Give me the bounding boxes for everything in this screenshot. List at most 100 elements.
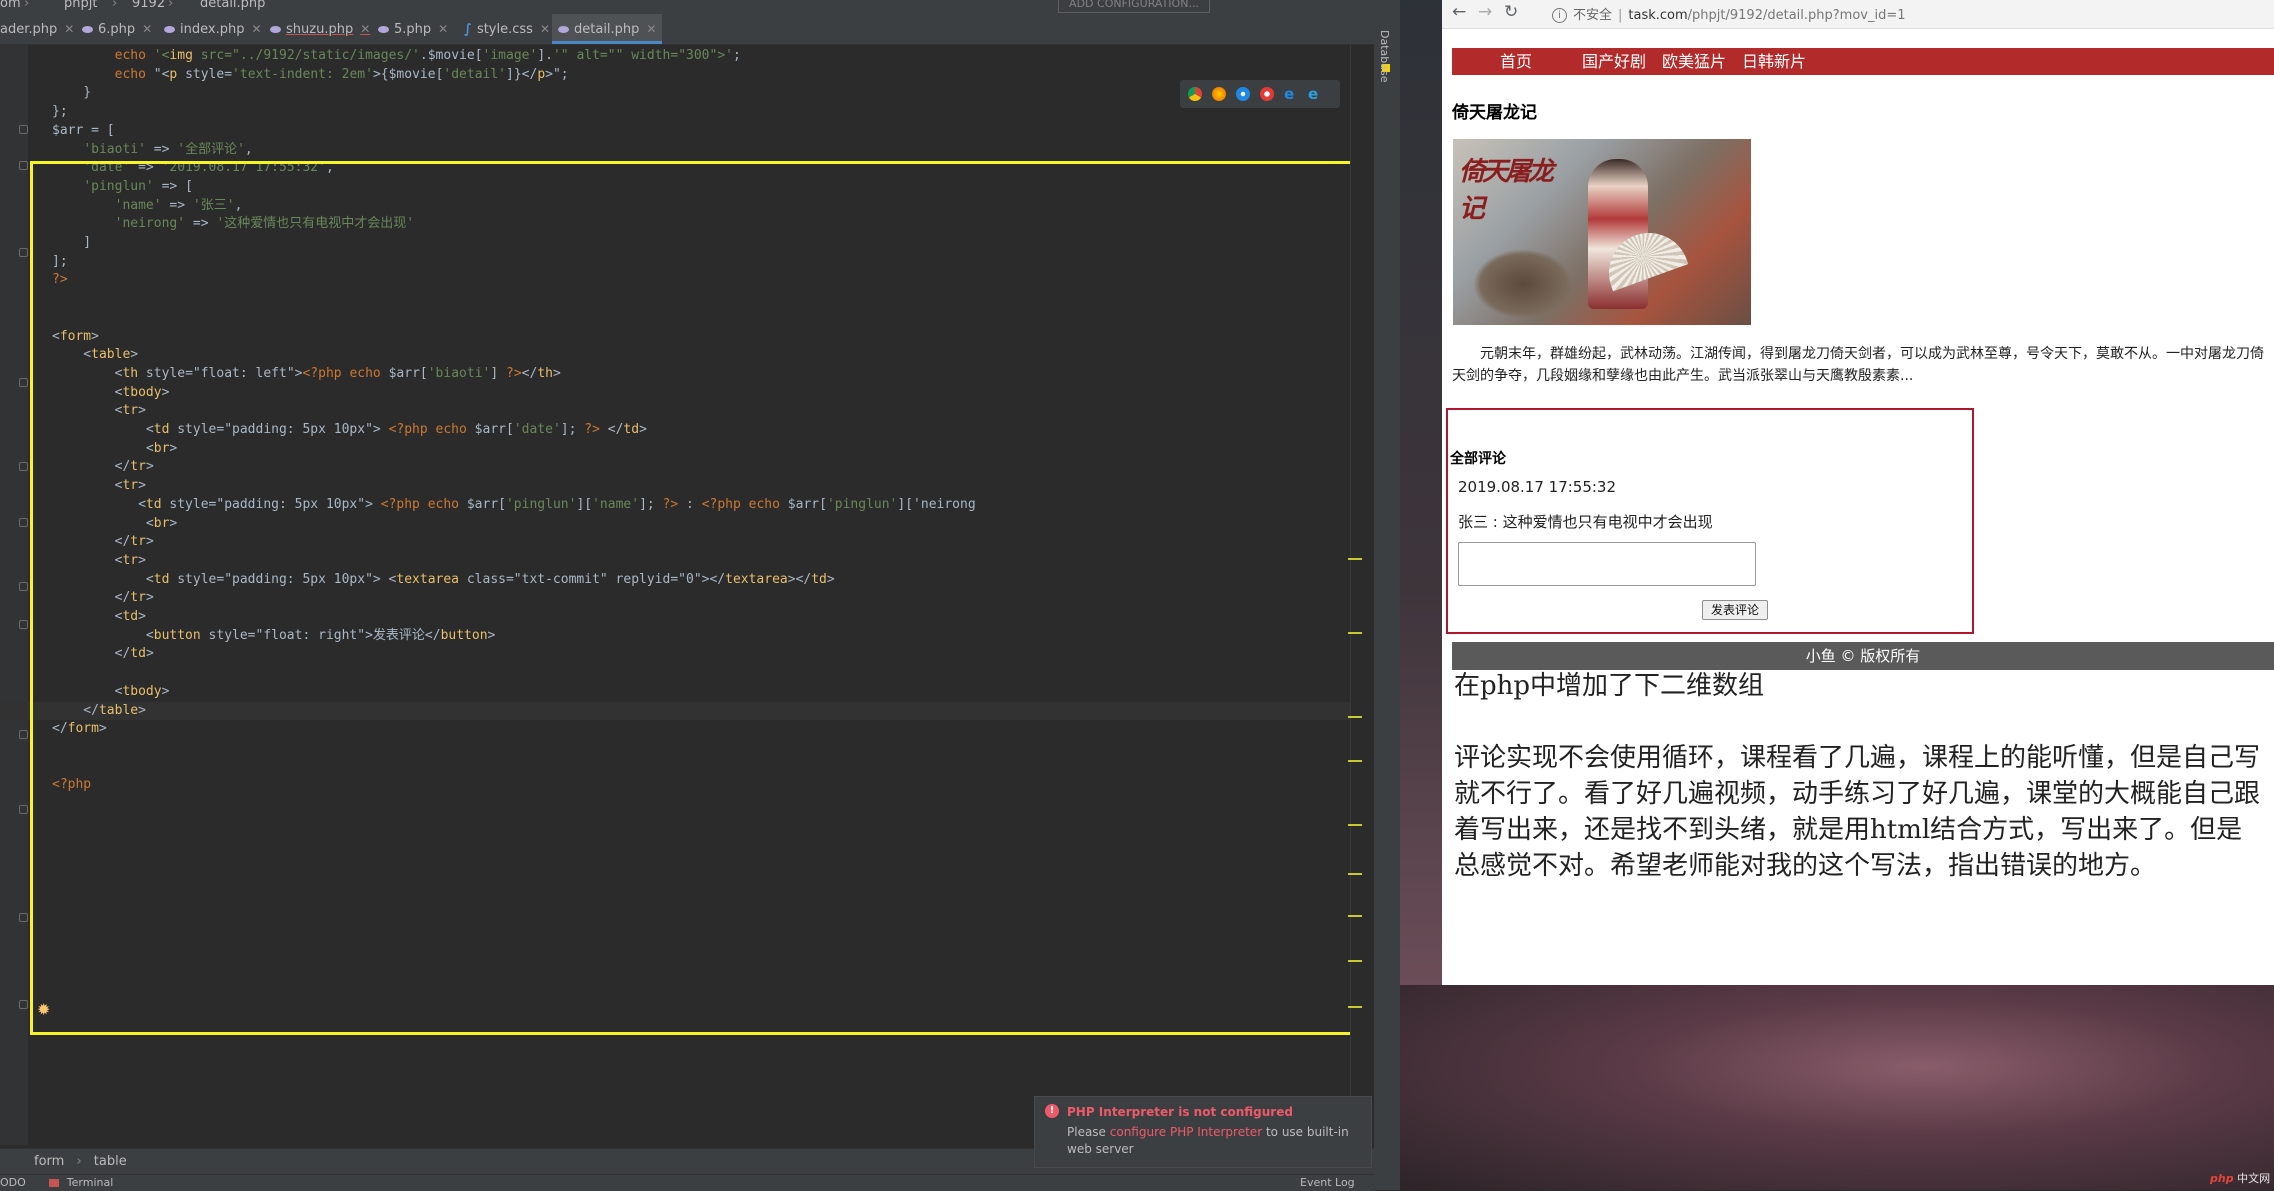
close-icon[interactable]: ✕ bbox=[142, 22, 152, 36]
chrome-icon[interactable] bbox=[1188, 87, 1202, 101]
info-icon[interactable]: i bbox=[1552, 8, 1567, 23]
desktop-wallpaper-bottom bbox=[1400, 985, 2274, 1190]
movie-title: 倚天屠龙记 bbox=[1452, 103, 1537, 123]
error-stripe-mark[interactable] bbox=[1348, 960, 1362, 962]
back-icon[interactable]: ← bbox=[1452, 2, 1466, 22]
nav-item-domestic[interactable]: 国产好剧 bbox=[1582, 48, 1646, 75]
insecure-label[interactable]: 不安全 bbox=[1573, 8, 1612, 23]
php-interpreter-notification: ! PHP Interpreter is not configured Plea… bbox=[1034, 1096, 1372, 1168]
breadcrumb-table[interactable]: table bbox=[94, 1154, 127, 1169]
comment-date: 2019.08.17 17:55:32 bbox=[1458, 478, 1617, 496]
close-icon[interactable]: ✕ bbox=[64, 22, 74, 36]
nav-crumb-detail[interactable]: detail.php bbox=[200, 0, 265, 10]
tab-label: 5.php bbox=[394, 22, 432, 37]
editor-scrollbar[interactable] bbox=[1350, 45, 1375, 1145]
event-log-button[interactable]: Event Log bbox=[1300, 1175, 1355, 1191]
tab-shuzu-php[interactable]: shuzu.php ✕ bbox=[270, 14, 370, 44]
close-icon[interactable]: ✕ bbox=[360, 22, 370, 36]
comment-textarea[interactable] bbox=[1458, 542, 1756, 586]
safari-icon[interactable] bbox=[1236, 87, 1250, 101]
right-tool-strip: Database bbox=[1374, 14, 1400, 1190]
error-stripe-mark[interactable] bbox=[1348, 760, 1362, 762]
error-stripe-mark[interactable] bbox=[1348, 915, 1362, 917]
php-cn-watermark: php 中文网 bbox=[2210, 1172, 2271, 1185]
todo-tool-button[interactable]: ODO bbox=[0, 1176, 26, 1189]
code-line[interactable]: echo "<p style='text-indent: 2em'>{$movi… bbox=[0, 66, 569, 85]
code-line[interactable]: 'biaoti' => '全部评论', bbox=[0, 141, 252, 160]
close-icon[interactable]: ✕ bbox=[540, 22, 550, 36]
site-footer: 小鱼 © 版权所有 bbox=[1452, 642, 2274, 670]
forward-icon[interactable]: → bbox=[1478, 2, 1492, 22]
movie-description: 元朝末年，群雄纷起，武林动荡。江湖传闻，得到屠龙刀倚天剑者，可以成为武林至尊，号… bbox=[1452, 346, 2264, 384]
tab-style-css[interactable]: ∫ style.css ✕ bbox=[464, 14, 550, 44]
question-paragraph: 评论实现不会使用循环，课程看了几遍，课程上的能听懂，但是自己写就不行了。看了好几… bbox=[1454, 743, 2261, 881]
movie-poster-image: 倚天屠龙记 bbox=[1453, 139, 1751, 325]
ie-icon[interactable]: e bbox=[1284, 87, 1298, 102]
nav-crumb-root[interactable]: om bbox=[0, 0, 21, 10]
css-file-icon: ∫ bbox=[464, 22, 472, 37]
tab-label: index.php bbox=[180, 22, 245, 37]
url-host: task.com bbox=[1628, 8, 1688, 23]
terminal-tool-button[interactable]: Terminal bbox=[67, 1176, 114, 1189]
tab-detail-php[interactable]: detail.php ✕ bbox=[552, 14, 663, 44]
add-configuration-button[interactable]: ADD CONFIGURATION... bbox=[1058, 0, 1210, 13]
breadcrumb-form[interactable]: form bbox=[34, 1154, 64, 1169]
tab-index-php[interactable]: index.php ✕ bbox=[164, 14, 262, 44]
nav-item-western[interactable]: 欧美猛片 bbox=[1662, 48, 1726, 75]
ide-navigation-bar: om › phpjt › 9192 › detail.php ADD CONFI… bbox=[0, 0, 1400, 14]
close-icon[interactable]: ✕ bbox=[251, 22, 261, 36]
code-line[interactable]: echo '<img src="../9192/static/images/'.… bbox=[0, 47, 741, 66]
php-file-icon bbox=[270, 26, 281, 33]
ide-window: om › phpjt › 9192 › detail.php ADD CONFI… bbox=[0, 0, 1400, 1191]
configure-interpreter-link[interactable]: configure PHP Interpreter bbox=[1110, 1125, 1262, 1139]
terminal-icon bbox=[49, 1179, 60, 1187]
nav-item-home[interactable]: 首页 bbox=[1500, 48, 1532, 75]
nav-crumb-phpjt[interactable]: phpjt bbox=[64, 0, 97, 10]
error-stripe-mark[interactable] bbox=[1348, 632, 1362, 634]
firefox-icon[interactable] bbox=[1212, 87, 1226, 101]
comment-section: 全部评论 2019.08.17 17:55:32 张三 : 这种爱情也只有电视中… bbox=[1446, 408, 1974, 634]
close-icon[interactable]: ✕ bbox=[646, 22, 656, 36]
comments-heading: 全部评论 bbox=[1450, 451, 1506, 467]
tab-header-php[interactable]: ader.php ✕ bbox=[0, 14, 74, 44]
question-text: 在php中增加了下二维数组 评论实现不会使用循环，课程看了几遍，课程上的能听懂，… bbox=[1454, 668, 2264, 884]
error-stripe-mark[interactable] bbox=[1348, 873, 1362, 875]
address-bar: ← → ↻ i 不安全 | task.com/phpjt/9192/detail.ph… bbox=[1442, 0, 2274, 29]
reload-icon[interactable]: ↻ bbox=[1504, 2, 1518, 22]
post-comment-button[interactable]: 发表评论 bbox=[1702, 600, 1768, 620]
highlight-annotation-box bbox=[30, 161, 1372, 1035]
code-line[interactable]: $arr = [ bbox=[0, 122, 115, 141]
poster-logo: 倚天屠龙记 bbox=[1459, 157, 1554, 224]
editor-tabs: ader.php ✕ 6.php ✕ index.php ✕ shuzu.php ✕ 5… bbox=[0, 14, 1400, 45]
edge-icon[interactable]: e bbox=[1308, 87, 1322, 102]
nav-crumb-9192[interactable]: 9192 bbox=[132, 0, 165, 10]
error-icon: ! bbox=[1045, 1104, 1059, 1118]
error-stripe-mark[interactable] bbox=[1348, 824, 1362, 826]
error-stripe-mark[interactable] bbox=[1348, 558, 1362, 560]
code-line[interactable]: } bbox=[0, 84, 91, 103]
lightbulb-icon[interactable]: ✹ bbox=[37, 1000, 50, 1019]
php-file-icon bbox=[378, 26, 389, 33]
comment-entry: 张三 : 这种爱情也只有电视中才会出现 bbox=[1458, 513, 1713, 531]
error-stripe-mark[interactable] bbox=[1348, 716, 1362, 718]
opera-icon[interactable] bbox=[1260, 87, 1274, 101]
site-nav-bar: 首页 国产好剧 欧美猛片 日韩新片 bbox=[1452, 48, 2274, 75]
code-line[interactable]: }; bbox=[0, 103, 68, 122]
tab-label: style.css bbox=[476, 22, 533, 37]
close-icon[interactable]: ✕ bbox=[438, 22, 448, 36]
tab-label: detail.php bbox=[574, 22, 640, 37]
tab-6-php[interactable]: 6.php ✕ bbox=[82, 14, 152, 44]
status-bar: ODO Terminal Event Log bbox=[0, 1174, 1374, 1191]
php-file-icon bbox=[558, 26, 569, 33]
question-line-1: 在php中增加了下二维数组 bbox=[1454, 671, 1765, 701]
tab-label: 6.php bbox=[98, 22, 136, 37]
database-panel-label[interactable]: Database bbox=[1378, 30, 1391, 83]
notification-title: PHP Interpreter is not configured bbox=[1067, 1105, 1293, 1119]
url-field[interactable]: i 不安全 | task.com/phpjt/9192/detail.php?mov_… bbox=[1552, 4, 1906, 23]
tab-label: shuzu.php bbox=[286, 22, 354, 37]
tab-label: ader.php bbox=[0, 22, 58, 37]
browser-window: ← → ↻ i 不安全 | task.com/phpjt/9192/detail.ph… bbox=[1442, 0, 2274, 985]
nav-item-asian[interactable]: 日韩新片 bbox=[1742, 48, 1806, 75]
tab-5-php[interactable]: 5.php ✕ bbox=[378, 14, 448, 44]
error-stripe-mark[interactable] bbox=[1348, 1006, 1362, 1008]
